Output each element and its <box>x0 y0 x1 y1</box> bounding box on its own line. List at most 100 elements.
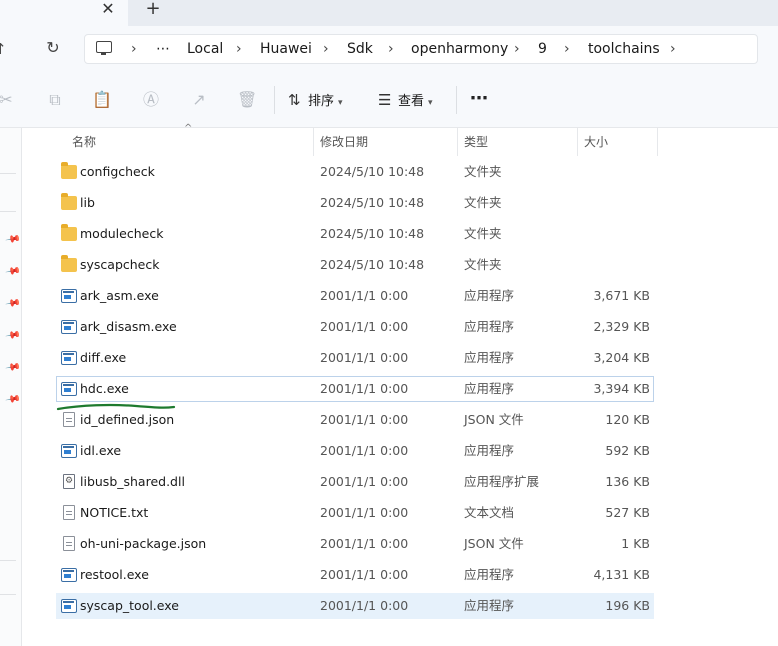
file-name: oh-uni-package.json <box>80 536 207 551</box>
file-size: 527 KB <box>605 505 650 520</box>
sort-ascending-icon: ^ <box>184 123 193 134</box>
pin-icon[interactable]: 📌 <box>4 392 21 409</box>
executable-icon <box>61 320 77 334</box>
sort-label: 排序 <box>308 94 335 109</box>
file-row[interactable]: hdc.exe 2001/1/1 0:00 应用程序 3,394 KB <box>56 376 654 402</box>
file-type: 应用程序 <box>464 598 515 613</box>
nav-divider <box>0 594 16 595</box>
column-header-size[interactable]: 大小 <box>584 128 608 156</box>
file-size: 1 KB <box>621 536 650 551</box>
up-arrow-icon[interactable]: ↑ <box>0 38 14 60</box>
this-pc-icon[interactable] <box>96 41 112 55</box>
paste-icon[interactable]: 📋 <box>92 90 112 110</box>
file-date: 2024/5/10 10:48 <box>320 195 425 210</box>
file-row[interactable]: restool.exe 2001/1/1 0:00 应用程序 4,131 KB <box>56 562 654 588</box>
refresh-icon[interactable]: ↻ <box>42 37 64 59</box>
file-type: 应用程序 <box>464 381 515 396</box>
copy-icon[interactable]: ⧉ <box>45 90 65 110</box>
file-row[interactable]: NOTICE.txt 2001/1/1 0:00 文本文档 527 KB <box>56 500 654 526</box>
file-row[interactable]: idl.exe 2001/1/1 0:00 应用程序 592 KB <box>56 438 654 464</box>
breadcrumb-separator[interactable]: › <box>564 39 570 59</box>
close-tab-icon[interactable]: ✕ <box>97 0 119 19</box>
file-name: restool.exe <box>80 567 149 582</box>
new-tab-icon[interactable]: + <box>142 0 164 19</box>
column-header-type[interactable]: 类型 <box>464 128 488 156</box>
navigation-pane[interactable]: 📌 📌 📌 📌 📌 📌 <box>0 128 22 646</box>
file-size: 4,131 KB <box>593 567 650 582</box>
column-divider[interactable] <box>313 128 314 156</box>
file-date: 2001/1/1 0:00 <box>320 319 409 334</box>
file-date: 2001/1/1 0:00 <box>320 350 409 365</box>
breadcrumb-more-icon[interactable]: ⋯ <box>156 39 170 59</box>
pin-icon[interactable]: 📌 <box>4 296 21 313</box>
pin-icon[interactable]: 📌 <box>4 264 21 281</box>
breadcrumb-item-toolchains[interactable]: toolchains <box>588 39 660 59</box>
file-row[interactable]: configcheck 2024/5/10 10:48 文件夹 <box>56 159 654 185</box>
executable-icon <box>61 599 77 613</box>
rename-icon[interactable]: Ⓐ <box>141 90 161 110</box>
document-icon <box>63 505 75 520</box>
folder-icon <box>61 193 77 210</box>
document-icon <box>63 412 75 427</box>
file-date: 2001/1/1 0:00 <box>320 381 409 396</box>
view-button[interactable]: ☰ 查看 ▾ <box>378 89 433 111</box>
file-type: 应用程序 <box>464 319 515 334</box>
breadcrumb-item-version[interactable]: 9 <box>538 39 547 59</box>
cut-icon[interactable]: ✂ <box>0 90 16 110</box>
executable-icon <box>61 351 77 365</box>
file-row[interactable]: ark_disasm.exe 2001/1/1 0:00 应用程序 2,329 KB <box>56 314 654 340</box>
file-row[interactable]: oh-uni-package.json 2001/1/1 0:00 JSON 文件 1… <box>56 531 654 557</box>
file-size: 136 KB <box>605 474 650 489</box>
file-size: 120 KB <box>605 412 650 427</box>
file-type: 应用程序扩展 <box>464 474 540 489</box>
file-size: 3,671 KB <box>593 288 650 303</box>
breadcrumb-separator[interactable]: › <box>323 39 329 59</box>
file-name: configcheck <box>80 164 155 179</box>
executable-icon <box>61 444 77 458</box>
column-header-date[interactable]: 修改日期 <box>320 128 368 156</box>
breadcrumb-separator[interactable]: › <box>388 39 394 59</box>
more-options-icon[interactable]: ⋯ <box>470 88 492 110</box>
file-name: ark_disasm.exe <box>80 319 177 334</box>
share-icon[interactable]: ↗ <box>189 90 209 110</box>
file-size: 3,204 KB <box>593 350 650 365</box>
breadcrumb-separator[interactable]: › <box>131 39 137 59</box>
file-row[interactable]: syscapcheck 2024/5/10 10:48 文件夹 <box>56 252 654 278</box>
pin-icon[interactable]: 📌 <box>4 360 21 377</box>
sort-button[interactable]: ⇅ 排序 ▾ <box>288 89 343 111</box>
file-type: JSON 文件 <box>464 536 524 551</box>
file-type: 文件夹 <box>464 164 502 179</box>
pin-icon[interactable]: 📌 <box>4 232 21 249</box>
file-row[interactable]: lib 2024/5/10 10:48 文件夹 <box>56 190 654 216</box>
column-divider[interactable] <box>457 128 458 156</box>
file-row[interactable]: ark_asm.exe 2001/1/1 0:00 应用程序 3,671 KB <box>56 283 654 309</box>
breadcrumb-separator[interactable]: › <box>514 39 520 59</box>
toolbar-divider <box>274 86 275 114</box>
column-divider[interactable] <box>657 128 658 156</box>
breadcrumb-item-openharmony[interactable]: openharmony <box>411 39 508 59</box>
breadcrumb-separator[interactable]: › <box>670 39 676 59</box>
breadcrumb-item-local[interactable]: Local <box>187 39 223 59</box>
file-row[interactable]: diff.exe 2001/1/1 0:00 应用程序 3,204 KB <box>56 345 654 371</box>
file-name: syscapcheck <box>80 257 160 272</box>
file-row[interactable]: syscap_tool.exe 2001/1/1 0:00 应用程序 196 KB <box>56 593 654 619</box>
file-row[interactable]: modulecheck 2024/5/10 10:48 文件夹 <box>56 221 654 247</box>
column-divider[interactable] <box>577 128 578 156</box>
folder-icon <box>61 255 77 272</box>
breadcrumb-item-sdk[interactable]: Sdk <box>347 39 373 59</box>
column-header-name[interactable]: 名称 <box>72 128 96 156</box>
file-type: 文件夹 <box>464 195 502 210</box>
file-date: 2001/1/1 0:00 <box>320 505 409 520</box>
file-row[interactable]: libusb_shared.dll 2001/1/1 0:00 应用程序扩展 136 … <box>56 469 654 495</box>
file-name: syscap_tool.exe <box>80 598 179 613</box>
breadcrumb-separator[interactable]: › <box>236 39 242 59</box>
folder-icon <box>61 162 77 179</box>
file-date: 2001/1/1 0:00 <box>320 443 409 458</box>
file-type: 文本文档 <box>464 505 515 520</box>
file-size: 3,394 KB <box>593 381 650 396</box>
file-name: ark_asm.exe <box>80 288 159 303</box>
file-type: 文件夹 <box>464 226 502 241</box>
breadcrumb-item-huawei[interactable]: Huawei <box>260 39 312 59</box>
pin-icon[interactable]: 📌 <box>4 328 21 345</box>
delete-icon[interactable]: 🗑 <box>237 90 257 110</box>
